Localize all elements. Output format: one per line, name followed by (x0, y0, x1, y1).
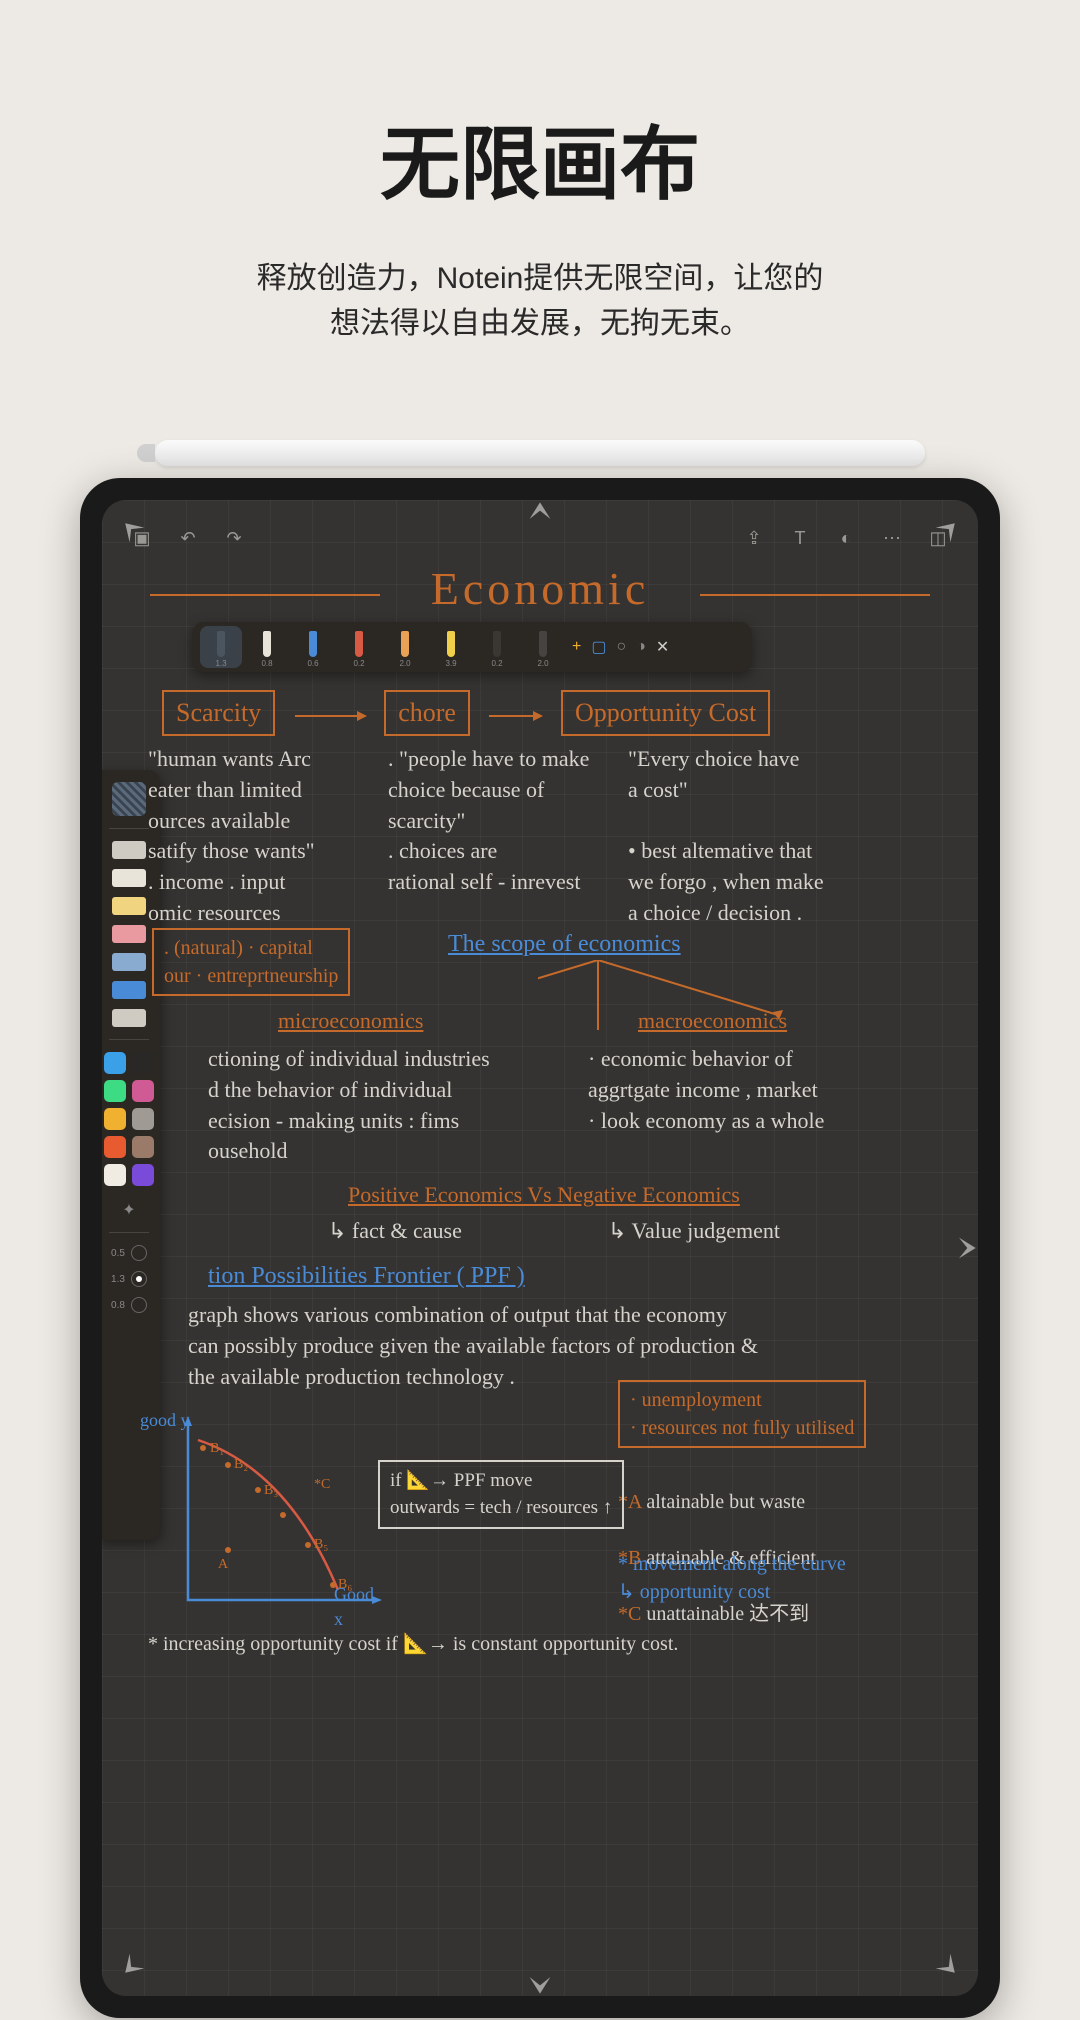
neg-text: ↳ Value judgement (608, 1216, 780, 1247)
brush-tool-3[interactable] (112, 925, 146, 943)
pen-toolbar: 1.30.80.60.22.03.90.22.0 + ▢ ○ ◑ ✕ (192, 622, 752, 672)
color-swatch-2[interactable] (104, 1080, 126, 1102)
texture-tool[interactable] (112, 782, 146, 816)
opp-text: "Every choice have a cost" • best altema… (628, 744, 888, 929)
pen-slot-6[interactable]: 0.2 (476, 626, 518, 668)
micro-text: ctioning of individual industries d the … (208, 1044, 548, 1167)
macro-text: · economic behavior of aggrtgate income … (588, 1044, 908, 1136)
pen-slot-5[interactable]: 3.9 (430, 626, 472, 668)
ppf-move-box: if 📐→ PPF move outwards = tech / resourc… (378, 1460, 624, 1529)
natural-capital-box: . (natural) · capital our · entreprtneur… (152, 928, 350, 996)
svg-text:B₅: B₅ (314, 1537, 328, 1552)
more-icon[interactable]: ⋯ (876, 522, 908, 554)
pen-slot-3[interactable]: 0.2 (338, 626, 380, 668)
apple-pencil (155, 440, 925, 466)
color-swatch-8[interactable] (104, 1164, 126, 1186)
pen-slot-0[interactable]: 1.3 (200, 626, 242, 668)
unemployment-box: · unemployment · resources not fully uti… (618, 1380, 866, 1448)
canvas-title: Economic (102, 562, 978, 615)
hero-subtitle: 释放创造力，Notein提供无限空间，让您的 想法得以自由发展，无拘无束。 (0, 256, 1080, 346)
svg-text:B₃: B₃ (264, 1483, 278, 1498)
top-toolbar: ▣ ↶ ↷ ⇪ T ◐ ⋯ ◫ (102, 518, 978, 558)
text-tool-icon[interactable]: T (784, 522, 816, 554)
hero-subtitle-l1: 释放创造力，Notein提供无限空间，让您的 (257, 262, 824, 295)
color-swatch-3[interactable] (132, 1080, 154, 1102)
svg-text:B₂: B₂ (234, 1457, 248, 1472)
scope-heading: The scope of economics (448, 928, 681, 962)
pen-slot-2[interactable]: 0.6 (292, 626, 334, 668)
svg-text:B₁: B₁ (210, 1441, 224, 1456)
scarcity-box: Scarcity (162, 690, 275, 736)
stroke-size-0.5[interactable]: 0.5 (111, 1245, 147, 1261)
micro-heading: microeconomics (278, 1006, 423, 1037)
favorite-icon[interactable]: ✦ (122, 1200, 135, 1220)
color-swatch-1[interactable] (132, 1052, 154, 1074)
pos-neg-heading: Positive Economics Vs Negative Economics (348, 1180, 740, 1211)
brush-tool-0[interactable] (112, 841, 146, 859)
clipboard-icon[interactable]: ▢ (591, 637, 606, 657)
color-swatches (104, 1052, 154, 1186)
share-icon[interactable]: ⇪ (738, 522, 770, 554)
brush-tool-4[interactable] (112, 953, 146, 971)
expand-bl-arrow-icon (102, 1926, 172, 1996)
brush-tool-6[interactable] (112, 1009, 146, 1027)
pen-slot-7[interactable]: 2.0 (522, 626, 564, 668)
expand-br-arrow-icon (908, 1926, 978, 1996)
axis-y-label: good y (140, 1408, 190, 1433)
brush-tool-5[interactable] (112, 981, 146, 999)
tablet-frame: ▣ ↶ ↷ ⇪ T ◐ ⋯ ◫ Economic 1.30.80.60.22.0… (80, 478, 1000, 2018)
color-swatch-5[interactable] (132, 1108, 154, 1130)
color-swatch-6[interactable] (104, 1136, 126, 1158)
pen-slot-4[interactable]: 2.0 (384, 626, 426, 668)
pages-icon[interactable]: ◫ (922, 522, 954, 554)
chore-text: . "people have to make choice because of… (388, 744, 618, 898)
color-swatch-9[interactable] (132, 1164, 154, 1186)
shape-icon[interactable]: ◑ (636, 638, 646, 656)
stroke-size-0.8[interactable]: 0.8 (111, 1297, 147, 1313)
expand-down-arrow-icon (515, 1952, 565, 1996)
svg-text:A: A (218, 1557, 229, 1572)
sidebar-icon[interactable]: ▣ (126, 522, 158, 554)
ppf-text: graph shows various combination of outpu… (188, 1300, 948, 1392)
pen-tool-icon[interactable]: ◐ (830, 522, 862, 554)
opp-cost-box: Opportunity Cost (561, 690, 770, 736)
svg-text:*C: *C (314, 1477, 330, 1492)
hero-subtitle-l2: 想法得以自由发展，无拘无束。 (330, 307, 750, 340)
redo-icon[interactable]: ↷ (218, 522, 250, 554)
add-pen-icon[interactable]: + (572, 638, 581, 656)
brush-tool-1[interactable] (112, 869, 146, 887)
hero-title: 无限画布 (0, 100, 1080, 216)
brush-tool-2[interactable] (112, 897, 146, 915)
title-decoration (700, 594, 930, 596)
axis-x-label: Good x (334, 1582, 374, 1632)
color-swatch-4[interactable] (104, 1108, 126, 1130)
pen-slot-1[interactable]: 0.8 (246, 626, 288, 668)
bottom-text: * increasing opportunity cost if 📐→ is c… (148, 1630, 938, 1658)
chore-box: chore (384, 690, 470, 736)
color-swatch-0[interactable] (104, 1052, 126, 1074)
app-screen: ▣ ↶ ↷ ⇪ T ◐ ⋯ ◫ Economic 1.30.80.60.22.0… (102, 500, 978, 1996)
close-toolbar-icon[interactable]: ✕ (656, 637, 669, 657)
pos-text: ↳ fact & cause (328, 1216, 462, 1247)
lasso-icon[interactable]: ○ (616, 638, 626, 656)
macro-heading: macroeconomics (638, 1006, 787, 1037)
expand-right-arrow-icon (934, 1223, 978, 1273)
ppf-heading: tion Possibilities Frontier ( PPF ) (208, 1260, 525, 1294)
stroke-size-1.3[interactable]: 1.3 (111, 1271, 147, 1287)
scarcity-text: "human wants Arc eater than limited ourc… (148, 744, 388, 929)
undo-icon[interactable]: ↶ (172, 522, 204, 554)
color-swatch-7[interactable] (132, 1136, 154, 1158)
movement-text: * movement along the curve ↳ opportunity… (618, 1550, 938, 1606)
